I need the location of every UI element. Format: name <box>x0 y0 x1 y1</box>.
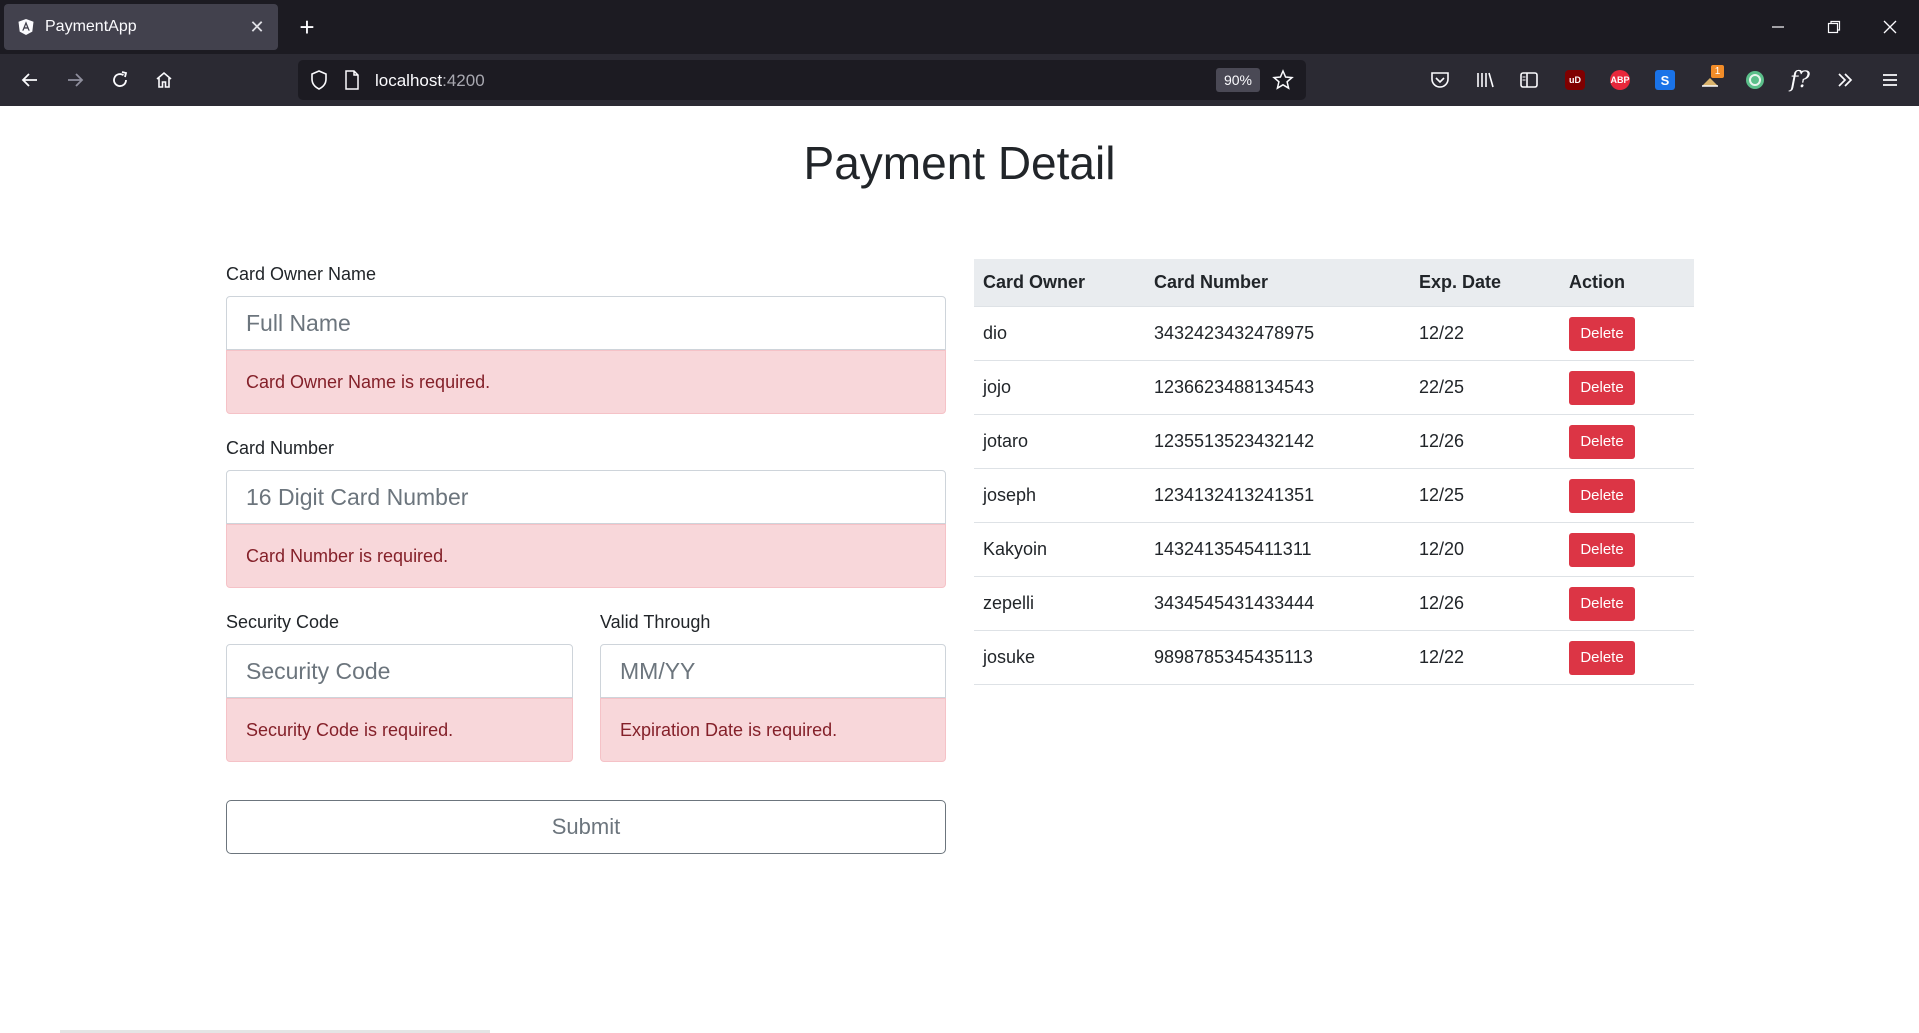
shield-icon[interactable] <box>308 69 330 96</box>
owner-name-input[interactable] <box>226 296 946 350</box>
browser-tab[interactable]: PaymentApp ✕ <box>4 4 278 50</box>
nav-bar: localhost:4200 90% uD ABP S 1 f? <box>0 54 1919 106</box>
delete-button[interactable]: Delete <box>1569 640 1635 675</box>
fx-extension-icon[interactable]: f? <box>1785 65 1815 95</box>
notification-extension-icon[interactable]: 1 <box>1695 65 1725 95</box>
cell-owner: Kakyoin <box>983 539 1048 559</box>
table-row[interactable]: jojo 1236623488134543 22/25 Delete <box>974 361 1694 415</box>
owner-error-alert: Card Owner Name is required. <box>226 350 946 414</box>
table-row[interactable]: Kakyoin 1432413545411311 12/20 Delete <box>974 523 1694 577</box>
bookmark-star-icon[interactable] <box>1272 69 1294 96</box>
tab-title: PaymentApp <box>45 18 137 35</box>
cell-exp: 12/26 <box>1419 593 1465 613</box>
table-row[interactable]: josuke 9898785345435113 12/22 Delete <box>974 631 1694 685</box>
security-error-alert: Security Code is required. <box>226 698 573 762</box>
cell-number: 1432413545411311 <box>1154 539 1312 559</box>
cell-number: 3434545431433444 <box>1154 593 1315 613</box>
header-exp-date: Exp. Date <box>1419 272 1502 292</box>
delete-button[interactable]: Delete <box>1569 424 1635 459</box>
page-title: Payment Detail <box>803 137 1116 189</box>
page-content: Payment Detail Card Owner Name Card Owne… <box>0 106 1919 1033</box>
security-code-input[interactable] <box>226 644 573 698</box>
home-icon[interactable] <box>147 63 181 97</box>
cell-owner: josuke <box>983 647 1036 667</box>
delete-button[interactable]: Delete <box>1569 586 1635 621</box>
minimize-icon[interactable] <box>1755 10 1801 44</box>
cell-exp: 22/25 <box>1419 377 1465 397</box>
delete-button[interactable]: Delete <box>1569 316 1635 351</box>
delete-button[interactable]: Delete <box>1569 478 1635 513</box>
url-bar[interactable]: localhost:4200 90% <box>298 60 1306 100</box>
url-text[interactable]: localhost:4200 <box>375 71 485 91</box>
valid-error-alert: Expiration Date is required. <box>600 698 946 762</box>
cell-owner: joseph <box>983 485 1037 505</box>
angular-icon <box>17 18 35 36</box>
cell-number: 1235513523432142 <box>1154 431 1315 451</box>
forward-icon[interactable] <box>58 63 92 97</box>
cell-owner: zepelli <box>983 593 1035 613</box>
cell-exp: 12/22 <box>1419 647 1465 667</box>
valid-label: Valid Through <box>600 612 711 632</box>
tab-bar: PaymentApp ✕ + <box>0 0 1919 54</box>
table-row[interactable]: joseph 1234132413241351 12/25 Delete <box>974 469 1694 523</box>
ublock-icon[interactable]: uD <box>1560 65 1590 95</box>
table-row[interactable]: jotaro 1235513523432142 12/26 Delete <box>974 415 1694 469</box>
number-label: Card Number <box>226 438 335 458</box>
cell-owner: dio <box>983 323 1008 343</box>
s-extension-icon[interactable]: S <box>1650 65 1680 95</box>
table-header: Card Owner Card Number Exp. Date Action <box>974 259 1694 307</box>
cell-number: 9898785345435113 <box>1154 647 1313 667</box>
pocket-icon[interactable] <box>1425 65 1455 95</box>
new-tab-button[interactable]: + <box>292 12 322 42</box>
menu-icon[interactable] <box>1875 65 1905 95</box>
cell-number: 3432423432478975 <box>1154 323 1315 343</box>
header-card-owner: Card Owner <box>983 272 1086 292</box>
sidebar-icon[interactable] <box>1514 65 1544 95</box>
cell-exp: 12/20 <box>1419 539 1465 559</box>
window-close-icon[interactable] <box>1867 10 1913 44</box>
valid-through-input[interactable] <box>600 644 946 698</box>
delete-button[interactable]: Delete <box>1569 532 1635 567</box>
library-icon[interactable] <box>1470 65 1500 95</box>
adblock-icon[interactable]: ABP <box>1605 65 1635 95</box>
payment-table: Card Owner Card Number Exp. Date Action … <box>974 259 1694 685</box>
restore-icon[interactable] <box>1811 10 1857 44</box>
header-action: Action <box>1569 272 1625 292</box>
cell-exp: 12/22 <box>1419 323 1465 343</box>
header-card-number: Card Number <box>1154 272 1269 292</box>
cell-number: 1236623488134543 <box>1154 377 1315 397</box>
submit-button[interactable]: Submit <box>226 800 946 854</box>
card-number-input[interactable] <box>226 470 946 524</box>
table-row[interactable]: zepelli 3434545431433444 12/26 Delete <box>974 577 1694 631</box>
cell-owner: jotaro <box>983 431 1029 451</box>
cell-number: 1234132413241351 <box>1154 485 1315 505</box>
number-error-alert: Card Number is required. <box>226 524 946 588</box>
zoom-level[interactable]: 90% <box>1216 68 1260 92</box>
reload-icon[interactable] <box>103 63 137 97</box>
security-label: Security Code <box>226 612 340 632</box>
page-info-icon[interactable] <box>342 69 362 96</box>
close-icon[interactable]: ✕ <box>244 14 270 40</box>
cell-owner: jojo <box>983 377 1012 397</box>
cell-exp: 12/25 <box>1419 485 1465 505</box>
sync-extension-icon[interactable] <box>1740 65 1770 95</box>
delete-button[interactable]: Delete <box>1569 370 1635 405</box>
back-icon[interactable] <box>13 63 47 97</box>
owner-label: Card Owner Name <box>226 264 377 284</box>
table-row[interactable]: dio 3432423432478975 12/22 Delete <box>974 307 1694 361</box>
cell-exp: 12/26 <box>1419 431 1465 451</box>
overflow-icon[interactable] <box>1830 65 1860 95</box>
